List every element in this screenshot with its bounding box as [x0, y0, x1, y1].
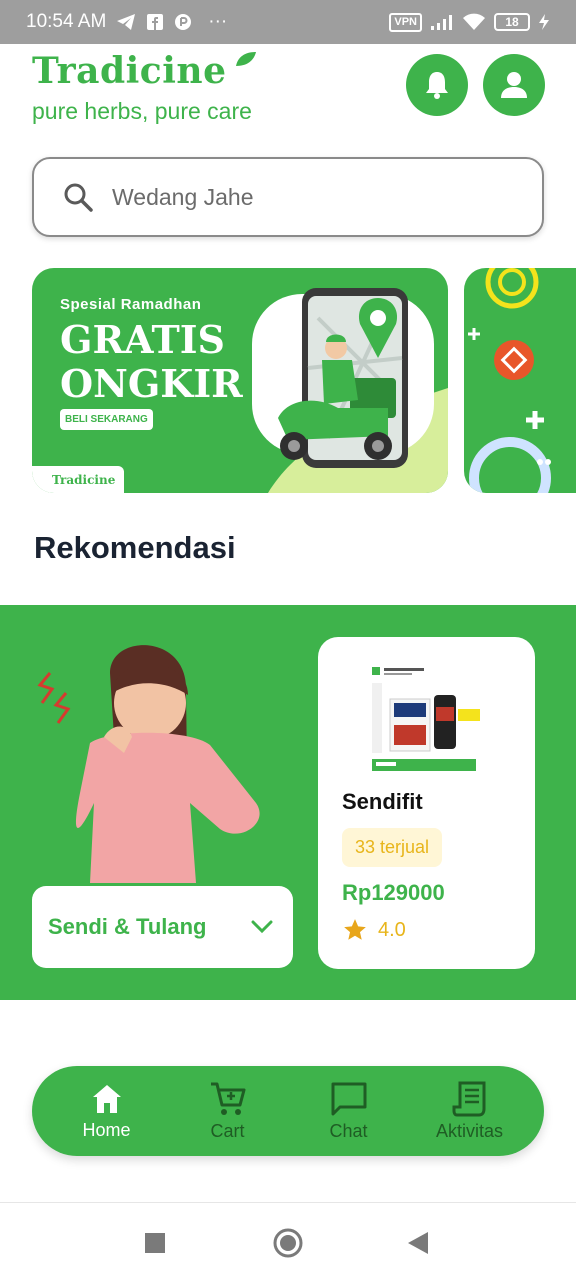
notification-button[interactable] [406, 54, 468, 116]
banner-title-line2: ONGKIR [60, 361, 243, 406]
nav-chat[interactable]: Chat [294, 1081, 404, 1142]
user-icon [501, 72, 527, 98]
status-time: 10:54 AM [26, 11, 107, 32]
product-name: Sendifit [342, 789, 423, 814]
battery-level: 18 [505, 15, 519, 29]
rating-value: 4.0 [378, 918, 406, 941]
promo-banner-next[interactable] [464, 268, 576, 493]
delivery-illustration [252, 288, 448, 493]
recents-button-icon[interactable] [145, 1233, 165, 1253]
status-bar: 10:54 AM ··· VPN 18 [0, 0, 576, 44]
telegram-icon [117, 14, 136, 30]
more-notifications-icon: ··· [208, 11, 228, 32]
nav-chat-label: Chat [329, 1120, 368, 1141]
search-icon [64, 183, 93, 212]
nav-aktivitas-label: Aktivitas [435, 1120, 504, 1141]
vpn-icon: VPN [389, 12, 422, 32]
nav-aktivitas[interactable]: Aktivitas [415, 1081, 525, 1142]
product-card[interactable]: Sendifit 33 terjual Rp129000 4.0 [318, 637, 535, 969]
nav-home-label: Home [82, 1119, 131, 1140]
product-price: Rp129000 [342, 880, 445, 905]
nav-cart[interactable]: Cart [173, 1081, 283, 1142]
brand-logo: Tradicine [32, 50, 258, 92]
search-bar[interactable]: Wedang Jahe [32, 157, 544, 237]
product-image [368, 663, 488, 775]
facebook-icon [147, 14, 164, 30]
nav-home[interactable]: Home [52, 1082, 162, 1141]
bottom-navigation: Home Cart Chat Aktivitas [32, 1066, 544, 1156]
back-pain-illustration [37, 645, 260, 883]
home-button-icon[interactable] [273, 1228, 303, 1258]
receipt-icon [452, 1081, 485, 1116]
back-button-icon[interactable] [408, 1232, 428, 1254]
app-header: Tradicine pure herbs, pure care [32, 50, 258, 125]
banner-title-line1: GRATIS [60, 317, 225, 362]
leaf-icon [235, 52, 256, 66]
system-navigation-bar [0, 1202, 576, 1280]
recommendation-section: Sendi & Tulang Sendifit 33 terjual Rp129… [0, 605, 576, 1000]
product-rating: 4.0 [342, 917, 406, 943]
signal-icon [431, 15, 452, 30]
chat-icon [331, 1082, 366, 1115]
profile-button[interactable] [483, 54, 545, 116]
promo-banner[interactable]: Spesial Ramadhan GRATIS ONGKIR BELI SEKA… [32, 268, 448, 493]
bell-icon [426, 72, 448, 99]
app-notification-icon [175, 14, 192, 30]
wifi-icon [463, 13, 485, 30]
chevron-down-icon [251, 920, 273, 934]
sold-count-badge: 33 terjual [342, 828, 443, 867]
nav-cart-label: Cart [210, 1120, 245, 1141]
banner-subtitle: Spesial Ramadhan [60, 296, 202, 313]
section-title-rekomendasi: Rekomendasi [34, 530, 236, 565]
brand-tagline: pure herbs, pure care [32, 98, 252, 124]
battery-icon: 18 [494, 13, 530, 31]
brand-name: Tradicine [32, 50, 227, 92]
banner-decoration [468, 268, 551, 493]
search-input[interactable]: Wedang Jahe [112, 184, 254, 211]
banner-cta-button[interactable]: BELI SEKARANG [60, 409, 153, 430]
cart-icon [210, 1082, 245, 1115]
category-dropdown[interactable]: Sendi & Tulang [32, 886, 293, 968]
star-icon [344, 919, 366, 940]
banner-title: GRATIS ONGKIR [60, 318, 243, 406]
charging-icon [539, 14, 549, 30]
category-dropdown-value: Sendi & Tulang [48, 914, 207, 939]
banner-brand-logo: Tradicine [32, 466, 124, 493]
home-icon [92, 1084, 121, 1113]
